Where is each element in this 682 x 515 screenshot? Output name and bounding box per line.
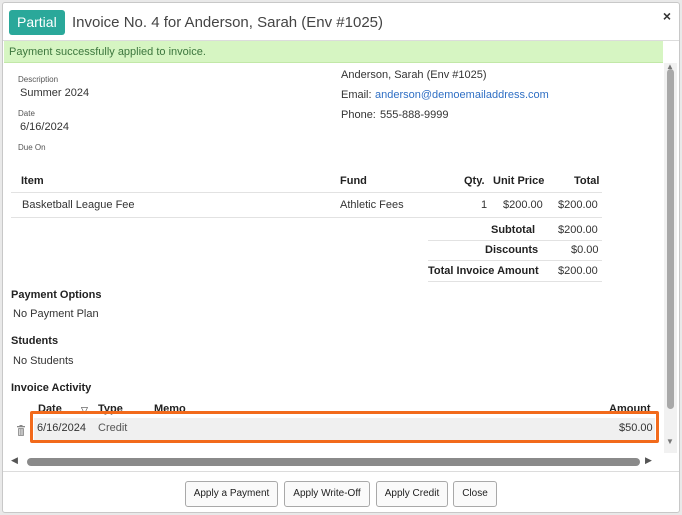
status-badge: Partial <box>9 10 65 35</box>
total-amount-value: $200.00 <box>558 265 598 277</box>
dialog-title: Invoice No. 4 for Anderson, Sarah (Env #… <box>72 14 384 31</box>
payment-options-heading: Payment Options <box>11 289 102 301</box>
dialog-footer: Apply a Payment Apply Write-Off Apply Cr… <box>3 471 679 512</box>
line-item-qty: 1 <box>481 199 488 211</box>
apply-payment-button[interactable]: Apply a Payment <box>185 481 278 507</box>
dialog-content: Description Summer 2024 Date 6/16/2024 D… <box>3 63 663 455</box>
students-heading: Students <box>11 335 59 347</box>
payment-options-value: No Payment Plan <box>13 308 99 320</box>
total-amount-label: Total Invoice Amount <box>428 265 539 277</box>
success-alert: Payment successfully applied to invoice. <box>4 41 663 63</box>
subtotal-label: Subtotal <box>491 224 535 236</box>
vertical-scrollbar[interactable]: ▲ ▼ <box>664 62 677 453</box>
subtotal-value: $200.00 <box>558 224 598 236</box>
highlight-box <box>30 411 659 443</box>
scrollbar-thumb[interactable] <box>667 69 674 409</box>
description-label: Description <box>18 75 59 84</box>
col-header-qty: Qty. <box>464 175 485 187</box>
email-link[interactable]: anderson@demoemailaddress.com <box>375 89 549 101</box>
divider <box>11 192 602 193</box>
col-header-fund: Fund <box>340 175 367 187</box>
divider <box>11 217 602 218</box>
discounts-value: $0.00 <box>571 244 599 256</box>
line-item-name: Basketball League Fee <box>22 199 135 211</box>
students-value: No Students <box>13 355 74 367</box>
due-on-label: Due On <box>18 143 46 152</box>
phone-value: 555-888-9999 <box>380 109 449 121</box>
horizontal-scrollbar[interactable]: ◀ ▶ <box>9 455 657 469</box>
scrollbar-thumb[interactable] <box>27 458 640 466</box>
line-item-fund: Athletic Fees <box>340 199 404 211</box>
invoice-activity-heading: Invoice Activity <box>11 382 92 394</box>
divider <box>428 260 602 261</box>
line-item-total: $200.00 <box>558 199 598 211</box>
close-icon[interactable]: × <box>663 8 671 24</box>
divider <box>428 281 602 282</box>
col-header-item: Item <box>21 175 44 187</box>
date-label: Date <box>18 109 35 118</box>
divider <box>428 240 602 241</box>
close-button[interactable]: Close <box>453 481 497 507</box>
line-item-unit-price: $200.00 <box>503 199 543 211</box>
description-value: Summer 2024 <box>20 87 90 99</box>
col-header-unit-price: Unit Price <box>493 175 545 187</box>
apply-credit-button[interactable]: Apply Credit <box>376 481 448 507</box>
chevron-down-icon[interactable]: ▼ <box>666 437 674 446</box>
chevron-left-icon[interactable]: ◀ <box>11 455 18 466</box>
contact-name: Anderson, Sarah (Env #1025) <box>341 69 487 81</box>
email-label: Email: <box>341 89 372 101</box>
trash-icon[interactable] <box>16 425 26 436</box>
discounts-label: Discounts <box>485 244 539 256</box>
date-value: 6/16/2024 <box>20 121 69 133</box>
invoice-dialog: Partial Invoice No. 4 for Anderson, Sara… <box>2 2 680 513</box>
chevron-right-icon[interactable]: ▶ <box>645 455 652 466</box>
apply-writeoff-button[interactable]: Apply Write-Off <box>284 481 370 507</box>
col-header-total: Total <box>574 175 600 187</box>
dialog-titlebar: Partial Invoice No. 4 for Anderson, Sara… <box>3 3 679 41</box>
phone-label: Phone: <box>341 109 376 121</box>
